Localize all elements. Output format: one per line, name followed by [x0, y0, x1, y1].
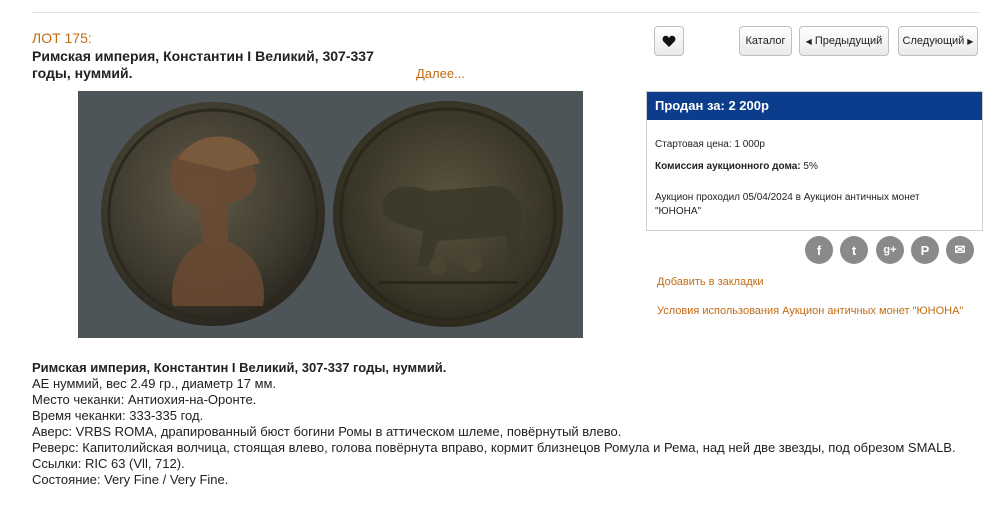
commission: Комиссия аукционного дома: 5% [655, 160, 818, 174]
description-line: Место чеканки: Антиохия-на-Оронте. [32, 392, 257, 407]
chevron-right-icon: ▶ [967, 36, 974, 46]
chevron-left-icon: ◀ [805, 36, 812, 46]
start-price-label: Стартовая цена: [655, 139, 732, 150]
pinterest-share-button[interactable]: P [911, 236, 939, 264]
obverse-coin [101, 102, 325, 326]
more-link[interactable]: Далее... [416, 66, 465, 81]
terms-link[interactable]: Условия использования Аукцион античных м… [657, 305, 963, 317]
catalog-button[interactable]: Каталог [739, 26, 792, 56]
auction-info: Аукцион проходил 05/04/2024 в Аукцион ан… [655, 191, 920, 219]
auction-info-line1: Аукцион проходил 05/04/2024 в Аукцион ан… [655, 192, 920, 203]
email-share-button[interactable]: ✉ [946, 236, 974, 264]
lot-title-line2: годы, нуммий. [32, 65, 133, 81]
heart-icon [662, 35, 676, 47]
twitter-icon: t [851, 242, 857, 258]
twitter-share-button[interactable]: t [840, 236, 868, 264]
previous-button[interactable]: ◀ Предыдущий [799, 26, 889, 56]
bookmark-link[interactable]: Добавить в закладки [657, 276, 764, 288]
price-panel: Продан за: 2 200р Стартовая цена: 1 000р… [646, 91, 983, 231]
lot-number: ЛОТ 175: [32, 30, 92, 46]
lot-description: Римская империя, Константин I Великий, 3… [32, 360, 982, 488]
previous-label: Предыдущий [814, 35, 883, 47]
pinterest-icon: P [920, 242, 930, 258]
description-line: Состояние: Very Fine / Very Fine. [32, 472, 229, 487]
description-line: Реверс: Капитолийская волчица, стоящая в… [32, 440, 956, 455]
commission-label: Комиссия аукционного дома: [655, 161, 801, 172]
next-label: Следующий [902, 35, 965, 47]
coin-photo[interactable] [78, 91, 583, 338]
googleplus-icon: g+ [883, 244, 897, 256]
description-line: AE нуммий, вес 2.49 гр., диаметр 17 мм. [32, 376, 277, 391]
googleplus-share-button[interactable]: g+ [876, 236, 904, 264]
description-line: Время чеканки: 333-335 год. [32, 408, 204, 423]
favorite-button[interactable] [654, 26, 684, 56]
facebook-icon: f [816, 242, 822, 258]
lot-title: Римская империя, Константин I Великий, 3… [32, 48, 412, 82]
description-line: Аверс: VRBS ROMA, драпированный бюст бог… [32, 424, 622, 439]
start-price-value: 1 000р [734, 139, 765, 150]
auction-info-line2: "ЮНОНА" [655, 206, 702, 217]
email-icon: ✉ [954, 242, 966, 257]
start-price: Стартовая цена: 1 000р [655, 138, 765, 152]
next-button[interactable]: Следующий ▶ [898, 26, 978, 56]
lot-title-line1: Римская империя, Константин I Великий, 3… [32, 48, 374, 64]
top-divider [32, 12, 980, 13]
sold-price: Продан за: 2 200р [647, 92, 982, 120]
facebook-share-button[interactable]: f [805, 236, 833, 264]
reverse-coin [333, 101, 563, 327]
description-heading: Римская империя, Константин I Великий, 3… [32, 360, 447, 375]
commission-value: 5% [803, 161, 818, 172]
description-line: Ссылки: RIC 63 (Vll, 712). [32, 456, 185, 471]
